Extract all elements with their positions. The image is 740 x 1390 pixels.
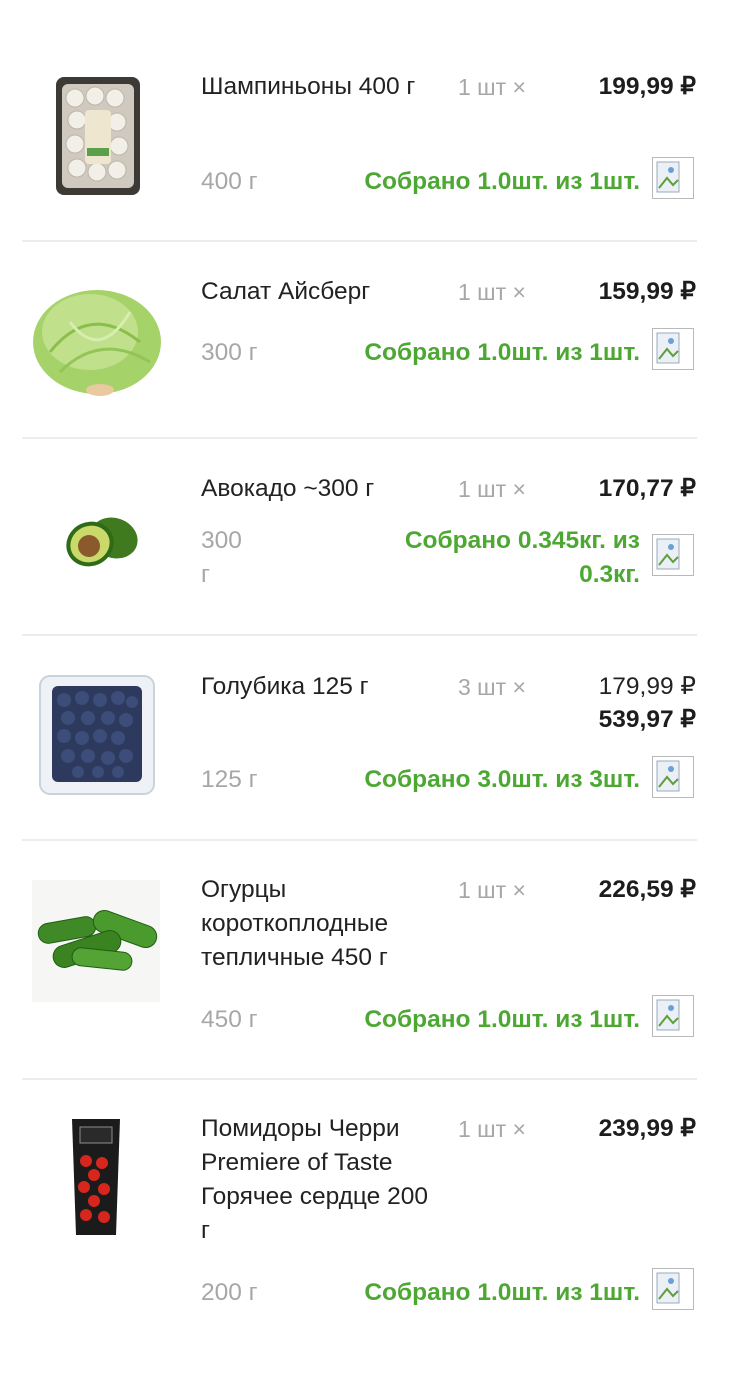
- broken-image-icon[interactable]: [652, 995, 694, 1037]
- item-name: Шампиньоны 400 г: [201, 73, 416, 100]
- item-name: Голубика 125 г: [201, 673, 369, 700]
- cherry-tomatoes-pack-image: [68, 1115, 124, 1244]
- item-price: 226,59 ₽: [598, 876, 696, 903]
- item-name: Помидоры Черри Premiere of Taste Горячее…: [201, 1115, 428, 1244]
- iceberg-lettuce-image: [30, 282, 164, 403]
- item-price: 239,99 ₽: [598, 1115, 696, 1142]
- item-weight: 200 г: [201, 1279, 258, 1306]
- item-collected-status: Собрано 1.0шт. из 1шт.: [364, 1279, 640, 1306]
- item-quantity: 1 шт ×: [458, 74, 526, 100]
- divider: [22, 437, 697, 439]
- item-collected-status: Собрано 1.0шт. из 1шт.: [364, 1006, 640, 1033]
- item-name: Авокадо ~300 г: [201, 475, 375, 502]
- mushrooms-tray-image: [55, 76, 141, 201]
- item-name: Огурцы короткоплодные тепличные 450 г: [201, 876, 389, 971]
- item-quantity: 3 шт ×: [458, 674, 526, 700]
- broken-image-icon[interactable]: [652, 157, 694, 199]
- divider: [22, 1078, 697, 1080]
- item-collected-status: Собрано 1.0шт. из 1шт.: [364, 168, 640, 195]
- divider: [22, 839, 697, 841]
- item-collected-status: Собрано 3.0шт. из 3шт.: [364, 766, 640, 793]
- item-weight: 300 г: [201, 339, 258, 366]
- cucumbers-image: [32, 880, 160, 1007]
- item-quantity: 1 шт ×: [458, 279, 526, 305]
- item-weight: 300 г: [201, 527, 242, 588]
- item-quantity: 1 шт ×: [458, 877, 526, 903]
- item-collected-status: Собрано 1.0шт. из 1шт.: [364, 339, 640, 366]
- broken-image-icon[interactable]: [652, 1268, 694, 1310]
- broken-image-icon[interactable]: [652, 756, 694, 798]
- broken-image-icon[interactable]: [652, 534, 694, 576]
- item-price: 199,99 ₽: [598, 73, 696, 100]
- item-name: Салат Айсберг: [201, 278, 371, 305]
- item-price: 159,99 ₽: [598, 278, 696, 305]
- item-collected-status: Собрано 0.345кг. из 0.3кг.: [404, 527, 640, 588]
- item-price: 170,77 ₽: [598, 475, 696, 502]
- broken-image-icon[interactable]: [652, 328, 694, 370]
- item-price: 539,97 ₽: [598, 706, 696, 733]
- item-weight: 125 г: [201, 766, 258, 793]
- item-weight: 450 г: [201, 1006, 258, 1033]
- blueberry-box-image: [38, 674, 156, 801]
- item-unit-price: 179,99 ₽: [598, 673, 696, 700]
- item-weight: 400 г: [201, 168, 258, 195]
- item-quantity: 1 шт ×: [458, 476, 526, 502]
- divider: [22, 240, 697, 242]
- divider: [22, 634, 697, 636]
- avocado-image: [62, 510, 142, 577]
- item-quantity: 1 шт ×: [458, 1116, 526, 1142]
